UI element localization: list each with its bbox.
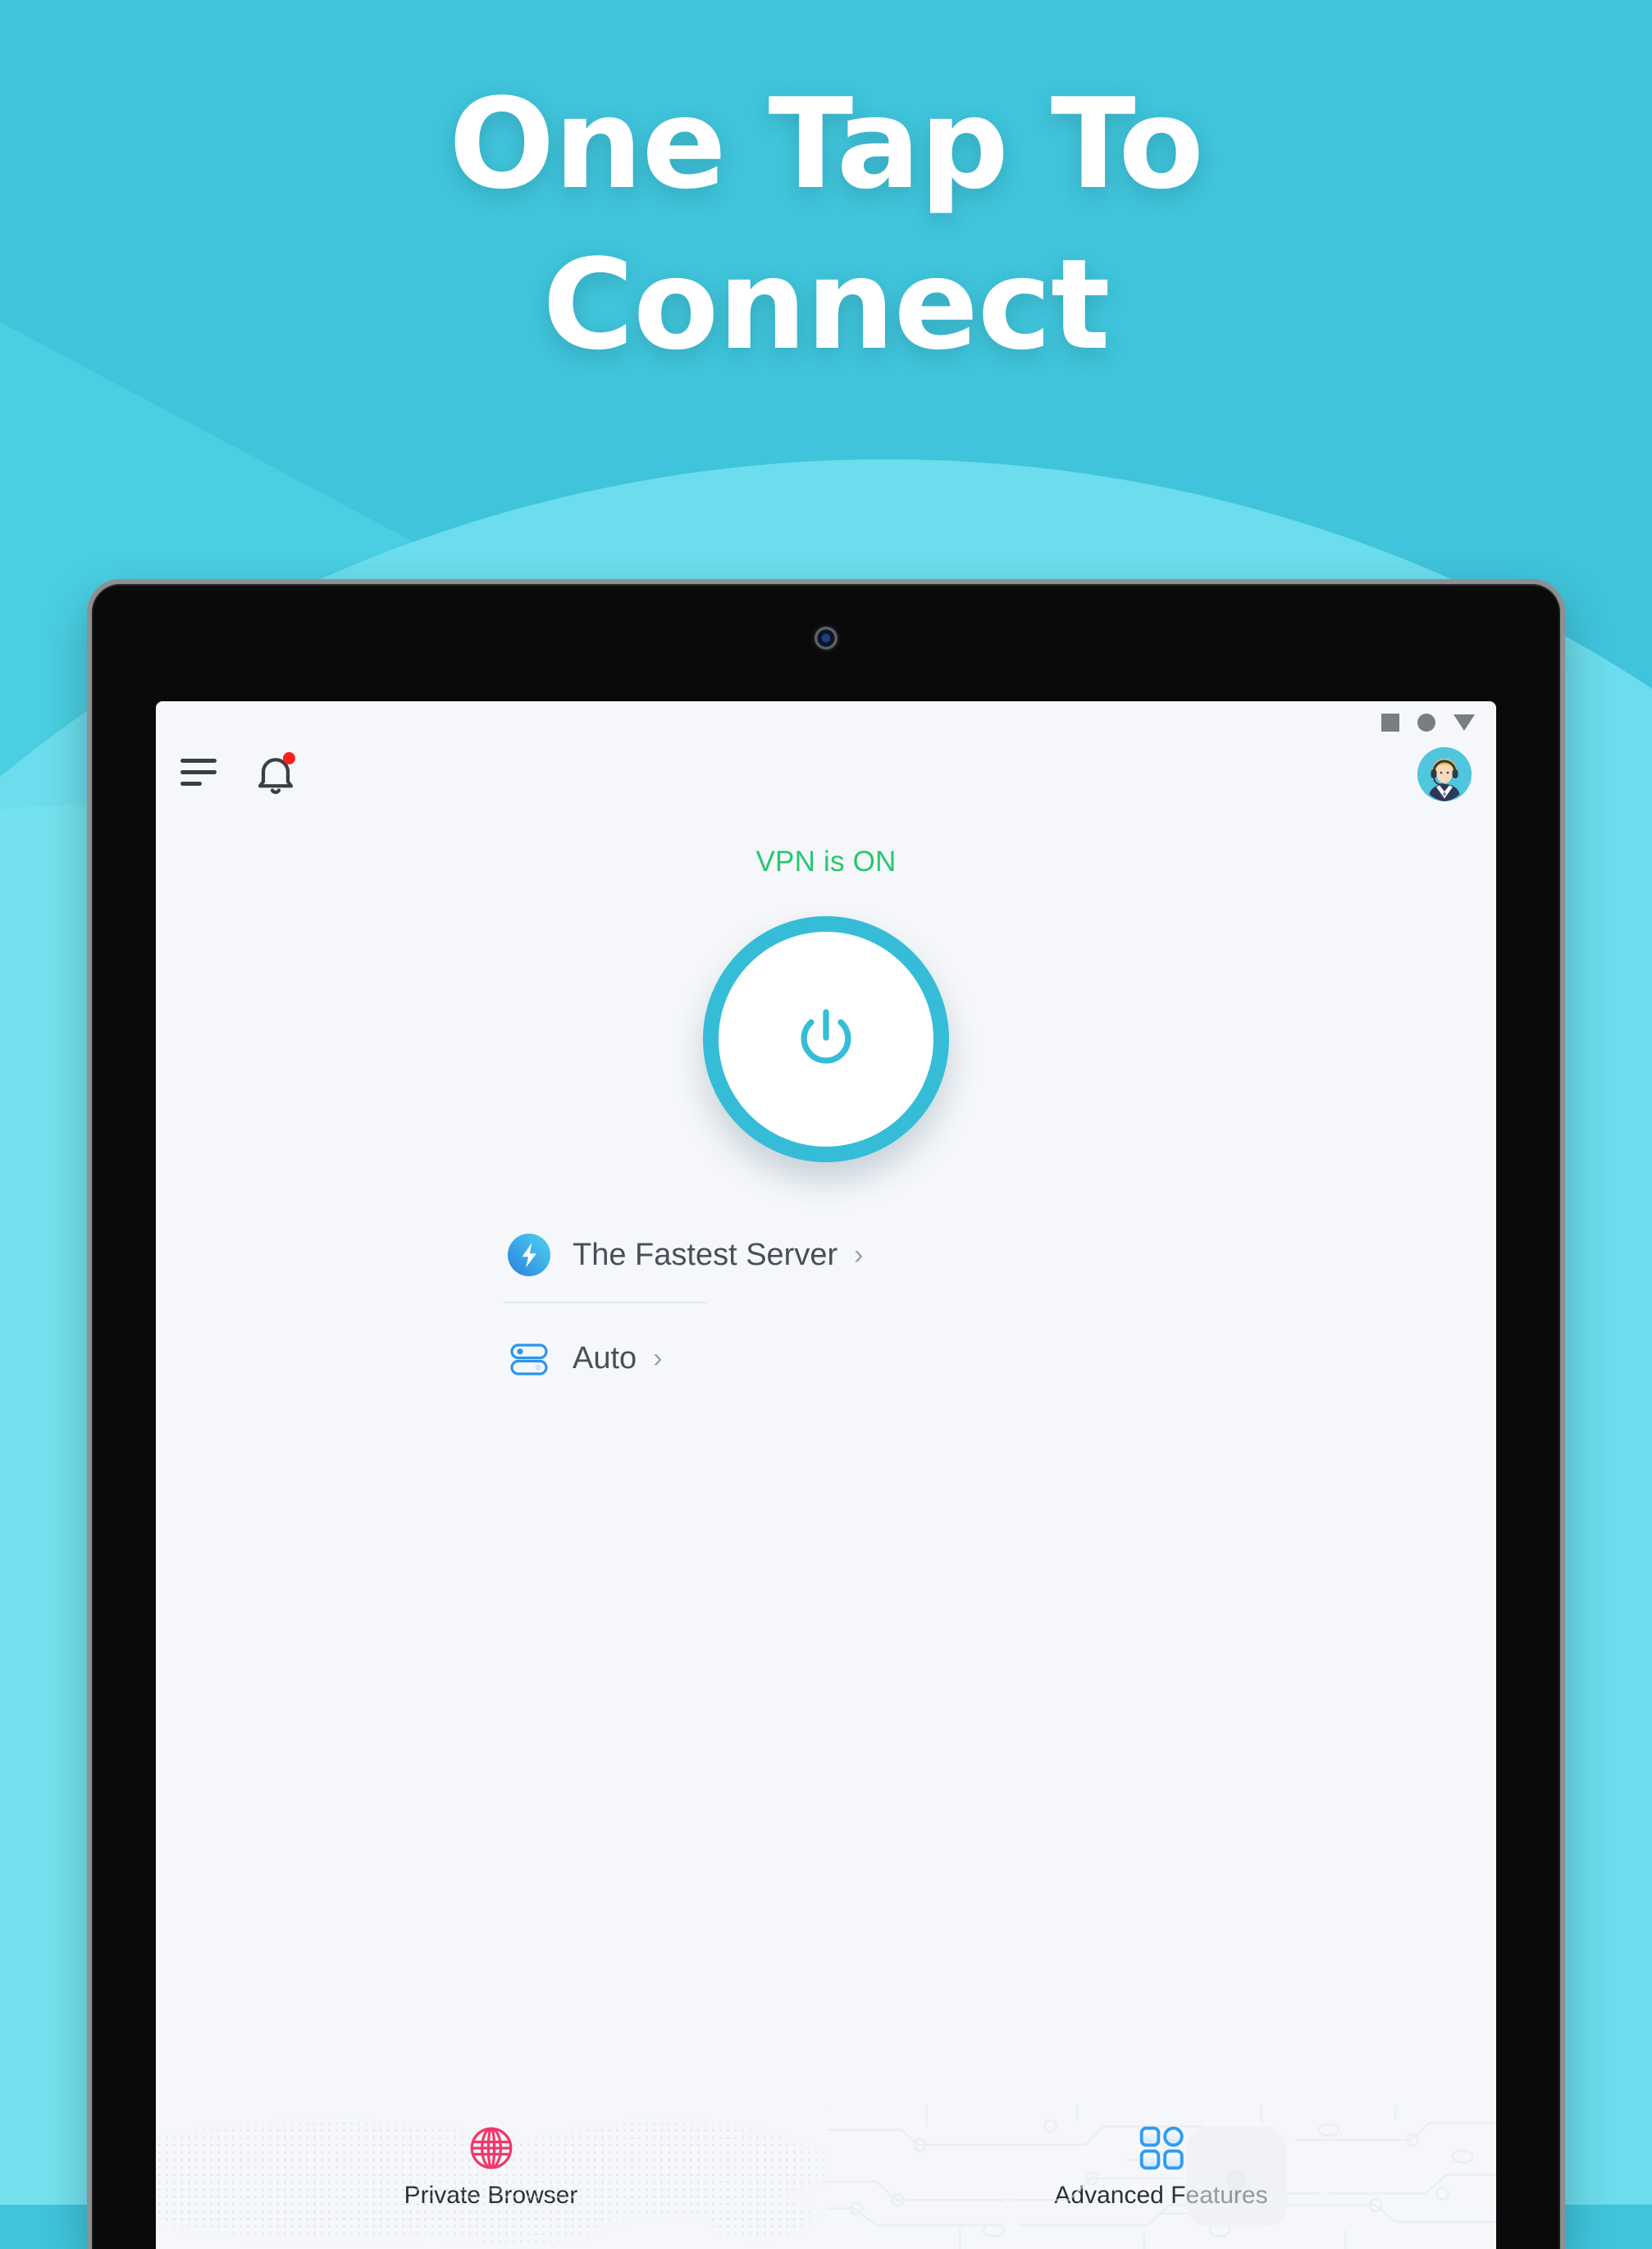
- lightning-bolt-glyph: [508, 1234, 550, 1276]
- front-camera-icon: [815, 627, 837, 650]
- notification-badge-dot: [283, 752, 295, 764]
- chevron-right-icon: ›: [854, 1239, 864, 1270]
- power-connect-button[interactable]: Connect: [703, 916, 949, 1162]
- hamburger-menu-icon[interactable]: Menu: [180, 759, 218, 791]
- vpn-status-text: VPN is ON: [755, 846, 897, 878]
- power-icon: [801, 1009, 851, 1064]
- bottom-feature-bar: Private Browser: [156, 2105, 1496, 2249]
- promo-headline: One Tap To Connect: [0, 82, 1652, 367]
- list-divider: [504, 1302, 707, 1303]
- server-stack-glyph: [510, 1343, 548, 1375]
- power-button-ring: [703, 916, 949, 1162]
- notification-bell-icon[interactable]: Notifications: [251, 750, 300, 800]
- globe-glyph: [470, 2127, 512, 2169]
- grid-apps-glyph: [1139, 2126, 1184, 2170]
- headline-line-2: Connect: [542, 232, 1110, 377]
- menu-line: [180, 759, 217, 763]
- triangle-down-icon[interactable]: [1453, 714, 1475, 731]
- server-selection-list: The Fastest Server › Auto ›: [156, 1220, 1496, 1394]
- server-stack-icon: [507, 1336, 551, 1380]
- grid-apps-icon: [1136, 2123, 1187, 2174]
- avatar[interactable]: [1417, 747, 1472, 801]
- menu-line: [180, 782, 202, 786]
- square-icon[interactable]: [1381, 714, 1399, 732]
- tablet-device-frame: Menu Notifications: [92, 584, 1560, 2249]
- server-row-label: Auto: [573, 1340, 637, 1375]
- app-bar: Menu Notifications: [156, 737, 1496, 816]
- system-navigation-bar: [1381, 708, 1475, 737]
- bottom-card-private-browser[interactable]: Private Browser: [156, 2105, 826, 2249]
- app-screen: Menu Notifications: [156, 701, 1496, 2249]
- server-row-label: The Fastest Server: [573, 1237, 838, 1272]
- support-agent-avatar-icon: [1417, 747, 1472, 801]
- server-row-auto[interactable]: Auto ›: [156, 1323, 1496, 1394]
- server-row-fastest[interactable]: The Fastest Server ›: [156, 1220, 1496, 1290]
- globe-icon: [466, 2123, 517, 2174]
- chevron-right-icon: ›: [653, 1343, 663, 1374]
- headline-line-1: One Tap To: [449, 71, 1204, 217]
- lightning-bolt-icon: [507, 1233, 551, 1277]
- circle-icon[interactable]: [1417, 714, 1435, 732]
- menu-line: [180, 770, 217, 774]
- bottom-card-advanced-features[interactable]: Advanced Features: [826, 2105, 1496, 2249]
